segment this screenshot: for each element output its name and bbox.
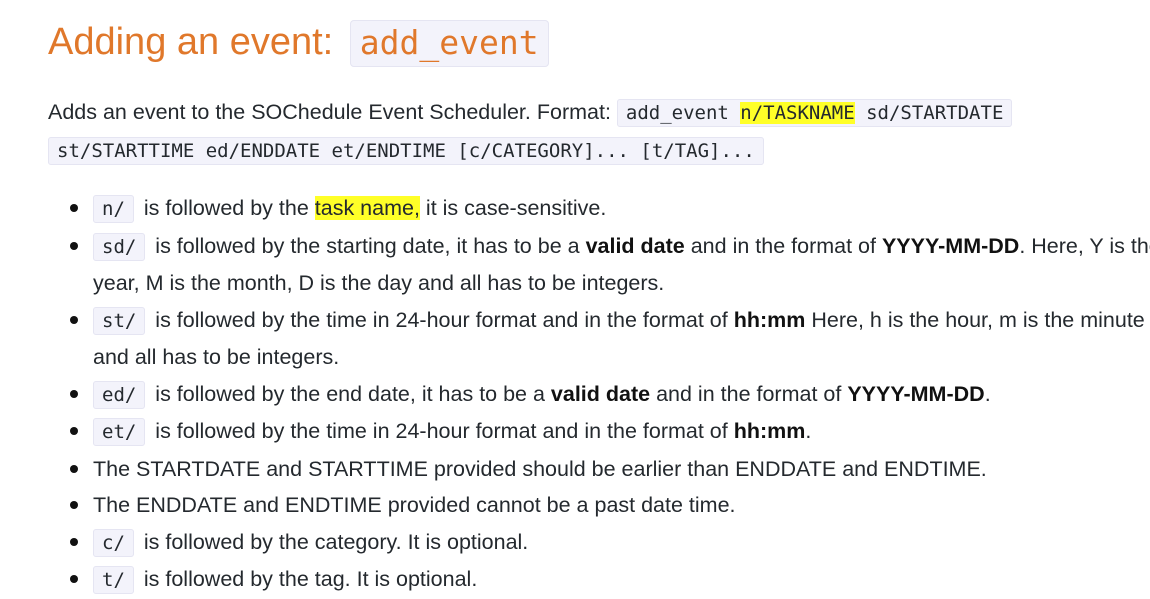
param-prefix-code: c/ (93, 528, 134, 557)
rule-text: The STARTDATE and STARTTIME provided sho… (93, 456, 987, 481)
heading-text: Adding an event: (48, 21, 344, 63)
rule-bold-text: hh:mm (733, 419, 806, 443)
rule-text: . (984, 381, 991, 406)
list-item: st/ is followed by the time in 24-hour f… (70, 302, 1150, 376)
list-item: c/ is followed by the category. It is op… (70, 524, 1150, 562)
rule-text: is followed by the (137, 196, 315, 220)
rule-text: and in the format of (650, 381, 848, 406)
rule-bold-text: YYYY-MM-DD (847, 381, 985, 406)
param-prefix-code: t/ (93, 566, 134, 594)
rule-highlighted-text: task name, (314, 196, 420, 220)
section-heading: Adding an event: add_event (48, 16, 549, 69)
format-highlighted-param: n/TASKNAME (740, 102, 855, 124)
list-item: t/ is followed by the tag. It is optiona… (70, 561, 1150, 599)
command-description: Adds an event to the SOChedule Event Sch… (48, 94, 1108, 170)
rule-text: is followed by the end date, it has to b… (149, 381, 551, 406)
rule-text: is followed by the time in 24-hour forma… (149, 307, 734, 332)
param-prefix-code: sd/ (93, 232, 146, 261)
list-item: The STARTDATE and STARTTIME provided sho… (70, 451, 1150, 488)
parameter-rules-list: n/ is followed by the task name, it is c… (48, 190, 1150, 599)
rule-text: The ENDDATE and ENDTIME provided cannot … (93, 493, 736, 517)
format-command: add_event (625, 102, 741, 124)
param-prefix-code: n/ (93, 195, 134, 223)
rule-text: is followed by the time in 24-hour forma… (149, 419, 734, 443)
list-item: n/ is followed by the task name, it is c… (70, 190, 1150, 228)
param-prefix-code: ed/ (93, 380, 146, 409)
rule-bold-text: valid date (585, 233, 685, 258)
heading-command-code: add_event (349, 20, 549, 67)
rule-bold-text: valid date (550, 381, 651, 406)
rule-text: is followed by the starting date, it has… (149, 233, 586, 258)
rule-text: is followed by the category. It is optio… (137, 529, 529, 554)
rule-bold-text: hh:mm (733, 307, 806, 332)
rule-text: is followed by the tag. It is optional. (137, 567, 478, 591)
list-item: et/ is followed by the time in 24-hour f… (70, 413, 1150, 451)
list-item: ed/ is followed by the end date, it has … (70, 376, 1150, 414)
rule-text: . (805, 419, 812, 443)
rule-text: and in the format of (684, 233, 882, 258)
param-prefix-code: et/ (93, 418, 146, 446)
list-item: The ENDDATE and ENDTIME provided cannot … (70, 487, 1150, 524)
rule-text: it is case-sensitive. (419, 196, 607, 220)
description-intro: Adds an event to the SOChedule Event Sch… (48, 100, 617, 124)
param-prefix-code: st/ (93, 306, 146, 335)
rule-bold-text: YYYY-MM-DD (881, 233, 1020, 258)
list-item: sd/ is followed by the starting date, it… (70, 228, 1150, 302)
